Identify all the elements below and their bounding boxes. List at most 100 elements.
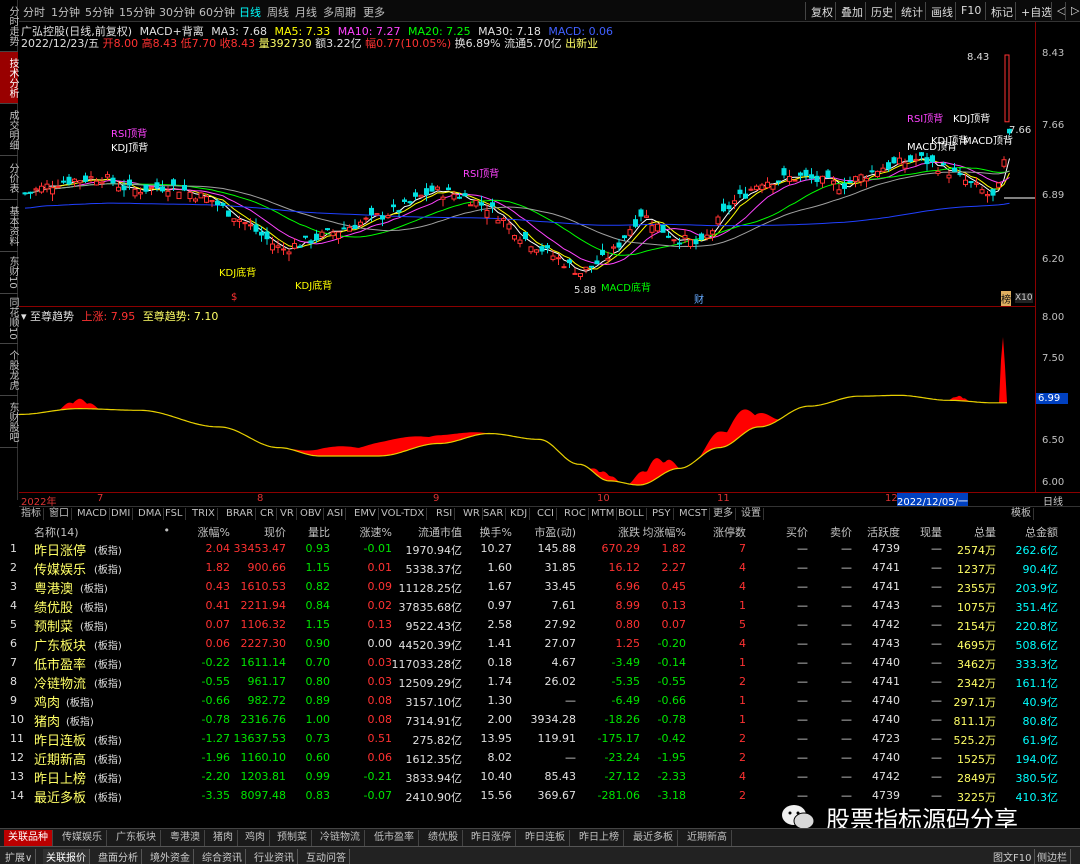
col-header-6[interactable]: 流通市值 <box>418 524 462 540</box>
indicator-tab-20[interactable]: MTM <box>589 508 618 520</box>
indicator-tab-16[interactable]: SAR <box>481 508 507 520</box>
indicator-tab-5[interactable]: FSL <box>163 508 186 520</box>
status-tab-3[interactable]: 境外资金 <box>147 849 194 864</box>
status-tab-2[interactable]: 盘面分析 <box>95 849 142 864</box>
status-tab-0[interactable]: 扩展∨ <box>2 849 37 864</box>
col-header-2[interactable]: 涨幅% <box>198 524 230 540</box>
indicator-tab-21[interactable]: BOLL <box>616 508 647 520</box>
template-button[interactable]: 模板 <box>1009 508 1034 520</box>
bottom-tab-9[interactable]: 绩优股 <box>424 830 463 846</box>
table-row[interactable]: 11 昨日连板 (板指) -1.27 13637.53 0.73 0.51 275.82亿 13… <box>0 730 1080 749</box>
tab-basic-info[interactable]: 基本资料 <box>0 200 18 252</box>
period-5min[interactable]: 5分钟 <box>85 4 114 20</box>
bottom-tab-8[interactable]: 低市盈率 <box>370 830 419 846</box>
table-row[interactable]: 12 近期新高 (板指) -1.96 1160.10 0.60 0.06 1612.35亿 8.… <box>0 749 1080 768</box>
col-header-3[interactable]: 现价 <box>264 524 286 540</box>
col-header-15[interactable]: 现量 <box>920 524 942 540</box>
col-header-13[interactable]: 卖价 <box>830 524 852 540</box>
indicator-tab-19[interactable]: ROC <box>562 508 589 520</box>
table-row[interactable]: 2 传媒娱乐 (板指) 1.82 900.66 1.15 0.01 5338.37亿 1.60 3… <box>0 559 1080 578</box>
f10-button[interactable]: F10 <box>955 2 986 20</box>
table-row[interactable]: 4 绩优股 (板指) 0.41 2211.94 0.84 0.02 37835.68亿 0.97… <box>0 597 1080 616</box>
indicator-tab-4[interactable]: DMA <box>136 508 165 520</box>
col-header-4[interactable]: 量比 <box>308 524 330 540</box>
period-daily[interactable]: 日线 <box>239 4 261 20</box>
bottom-tab-1[interactable]: 传媒娱乐 <box>58 830 107 846</box>
table-row[interactable]: 6 广东板块 (板指) 0.06 2227.30 0.90 0.00 44520.39亿 1.4… <box>0 635 1080 654</box>
zoom-label[interactable]: X10 <box>1015 293 1033 303</box>
tab-dongcai10[interactable]: 东财10 <box>0 252 18 294</box>
indicator-tab-1[interactable]: 窗口 <box>47 508 72 520</box>
bottom-tab-5[interactable]: 鸡肉 <box>241 830 270 846</box>
col-header-11[interactable]: 涨停数 <box>713 524 746 540</box>
table-row[interactable]: 8 冷链物流 (板指) -0.55 961.17 0.80 0.03 12509.29亿 1.7… <box>0 673 1080 692</box>
col-header-12[interactable]: 买价 <box>786 524 808 540</box>
col-header-7[interactable]: 换手% <box>480 524 512 540</box>
status-right-1[interactable]: 侧边栏 <box>1034 849 1071 864</box>
indicator-tab-6[interactable]: TRIX <box>190 508 218 520</box>
stats-button[interactable]: 统计 <box>895 2 928 20</box>
marker-bang[interactable]: 榜 <box>1001 291 1011 306</box>
bottom-tab-6[interactable]: 预制菜 <box>273 830 312 846</box>
bottom-tab-12[interactable]: 昨日上榜 <box>575 830 624 846</box>
col-header-0[interactable]: 名称(14) <box>34 524 79 540</box>
next-icon[interactable]: ▷ <box>1065 2 1080 20</box>
bottom-tab-14[interactable]: 近期新高 <box>683 830 732 846</box>
bottom-tab-2[interactable]: 广东板块 <box>112 830 161 846</box>
bottom-tab-13[interactable]: 最近多板 <box>629 830 678 846</box>
draw-line-button[interactable]: 画线 <box>925 2 958 20</box>
bottom-tab-11[interactable]: 昨日连板 <box>521 830 570 846</box>
history-button[interactable]: 历史 <box>865 2 898 20</box>
indicator-tab-15[interactable]: WR <box>461 508 483 520</box>
indicator-tab-25[interactable]: 设置 <box>739 508 764 520</box>
tab-technical-analysis[interactable]: 技术分析 <box>0 52 18 104</box>
table-row[interactable]: 5 预制菜 (板指) 0.07 1106.32 1.15 0.13 9522.43亿 2.58 2… <box>0 616 1080 635</box>
tab-guba[interactable]: 东财股吧 <box>0 396 18 448</box>
tab-dragon-tiger[interactable]: 个股龙虎 <box>0 344 18 396</box>
indicator-tab-3[interactable]: DMI <box>109 508 134 520</box>
adjust-button[interactable]: 复权 <box>805 2 838 20</box>
overlay-button[interactable]: 叠加 <box>835 2 868 20</box>
kline-chart[interactable]: 广弘控股(日线,前复权) MACD+背离 MA3: 7.68 MA5: 7.33… <box>19 22 1035 306</box>
indicator-tab-13[interactable]: VOL-TDX <box>379 508 428 520</box>
col-header-14[interactable]: 活跃度 <box>867 524 900 540</box>
indicator-tab-0[interactable]: 指标 <box>19 508 44 520</box>
period-30min[interactable]: 30分钟 <box>159 4 195 20</box>
period-multi[interactable]: 多周期 <box>323 4 356 20</box>
marker-cai[interactable]: 财 <box>694 291 704 306</box>
indicator-tab-24[interactable]: 更多 <box>711 508 736 520</box>
table-row[interactable]: 3 粤港澳 (板指) 0.43 1610.53 0.82 0.09 11128.25亿 1.67… <box>0 578 1080 597</box>
tab-timeshare[interactable]: 分时走势 <box>0 0 18 52</box>
col-header-5[interactable]: 涨速% <box>360 524 392 540</box>
bottom-tab-10[interactable]: 昨日涨停 <box>467 830 516 846</box>
tab-trade-detail[interactable]: 成交明细 <box>0 104 18 156</box>
indicator-tab-23[interactable]: MCST <box>677 508 711 520</box>
tab-price-table[interactable]: 分价表 <box>0 156 18 200</box>
period-more[interactable]: 更多 <box>363 4 385 20</box>
col-header-9[interactable]: 涨跌 <box>618 524 640 540</box>
table-row[interactable]: 9 鸡肉 (板指) -0.66 982.72 0.89 0.08 3157.10亿 1.30 — -… <box>0 692 1080 711</box>
status-tab-1[interactable]: 关联报价 <box>43 849 90 864</box>
table-row[interactable]: 1 昨日涨停 (板指) 2.04 33453.47 0.93 -0.01 1970.94亿 10… <box>0 540 1080 559</box>
period-60min[interactable]: 60分钟 <box>199 4 235 20</box>
indicator-tab-8[interactable]: CR <box>258 508 277 520</box>
indicator-tab-2[interactable]: MACD <box>75 508 110 520</box>
indicator-tab-9[interactable]: VR <box>278 508 297 520</box>
col-header-10[interactable]: 均涨幅% <box>643 524 686 540</box>
status-right-0[interactable]: 图文F10 <box>990 849 1036 864</box>
period-15min[interactable]: 15分钟 <box>119 4 155 20</box>
trend-subchart[interactable]: ▾ 至尊趋势 上涨: 7.95 至尊趋势: 7.10 <box>19 306 1035 492</box>
table-row[interactable]: 10 猪肉 (板指) -0.78 2316.76 1.00 0.08 7314.91亿 2.00… <box>0 711 1080 730</box>
col-header-16[interactable]: 总量 <box>974 524 996 540</box>
indicator-tab-22[interactable]: PSY <box>650 508 674 520</box>
indicator-tab-17[interactable]: KDJ <box>508 508 531 520</box>
indicator-tab-7[interactable]: BRAR <box>224 508 257 520</box>
marker-s[interactable]: $ <box>231 292 237 303</box>
col-header-1[interactable]: • <box>164 524 171 537</box>
indicator-tab-12[interactable]: EMV <box>352 508 379 520</box>
indicator-tab-10[interactable]: OBV <box>298 508 325 520</box>
bottom-tab-7[interactable]: 冷链物流 <box>316 830 365 846</box>
status-tab-6[interactable]: 互动问答 <box>303 849 350 864</box>
indicator-tab-14[interactable]: RSI <box>434 508 456 520</box>
period-monthly[interactable]: 月线 <box>295 4 317 20</box>
